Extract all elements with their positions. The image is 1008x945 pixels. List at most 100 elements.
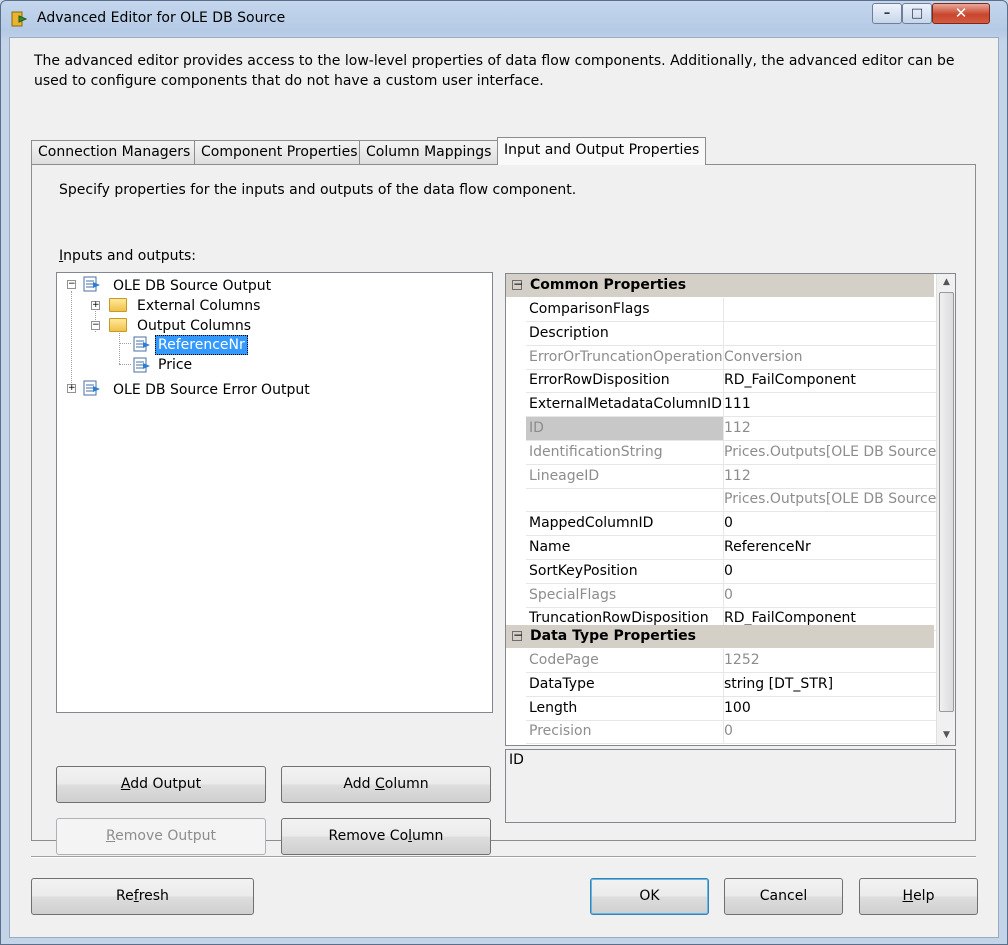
expand-external-columns-icon[interactable]: + <box>91 301 100 310</box>
editor-description: The advanced editor provides access to t… <box>34 53 955 89</box>
collapse-output-columns-icon[interactable]: − <box>91 321 100 330</box>
title-bar: Advanced Editor for OLE DB Source – □ ✕ <box>1 1 1007 37</box>
property-value[interactable]: 111 <box>721 393 937 418</box>
property-value[interactable] <box>721 298 937 322</box>
property-row[interactable]: CodePage 1252 <box>506 649 937 673</box>
property-value[interactable]: 112 <box>721 465 937 489</box>
property-row[interactable]: Description <box>506 321 937 346</box>
minimize-button[interactable]: – <box>872 3 902 24</box>
property-name: LineageID <box>526 464 724 489</box>
property-value[interactable] <box>721 322 937 346</box>
tab-input-output-properties[interactable]: Input and Output Properties <box>497 137 707 165</box>
property-value[interactable]: Prices.Outputs[OLE DB Source <box>721 488 937 513</box>
property-name: SpecialFlags <box>526 583 724 608</box>
collapse-category-icon[interactable]: − <box>512 278 523 290</box>
category-common-properties[interactable]: − Common Properties <box>506 274 934 297</box>
property-value[interactable]: 112 <box>721 417 937 441</box>
collapse-category-icon[interactable]: − <box>512 629 523 641</box>
ok-button[interactable]: OK <box>590 878 709 915</box>
column-icon <box>133 336 150 352</box>
property-row[interactable]: DataType string [DT_STR] <box>506 672 937 697</box>
property-row[interactable]: SpecialFlags 0 <box>506 583 937 608</box>
property-value[interactable]: 0 <box>721 584 937 608</box>
property-name: Name <box>526 536 724 560</box>
property-row[interactable]: ExternalMetadataColumnID 111 <box>506 393 937 418</box>
tree-item-output-columns[interactable]: Output Columns <box>137 317 251 335</box>
property-name: ExternalMetadataColumnID <box>526 393 724 418</box>
maximize-icon: □ <box>910 6 924 21</box>
property-value[interactable]: Prices.Outputs[OLE DB Source <box>721 441 937 465</box>
tab-panel: Specify properties for the inputs and ou… <box>31 164 976 855</box>
property-row[interactable]: Name ReferenceNr <box>506 536 937 560</box>
folder-open-icon <box>109 318 127 332</box>
property-name: SortKeyPosition <box>526 559 724 584</box>
property-name: ErrorRowDisposition <box>526 369 724 394</box>
error-output-icon <box>83 380 100 396</box>
property-row[interactable]: ErrorRowDisposition RD_FailComponent <box>506 369 937 394</box>
property-name: Description <box>526 321 724 346</box>
remove-output-button[interactable]: Remove Output <box>56 818 266 855</box>
add-output-button[interactable]: Add Output <box>56 766 266 803</box>
tree-item-external-columns[interactable]: External Columns <box>137 297 260 315</box>
property-value[interactable]: string [DT_STR] <box>721 673 937 697</box>
column-icon <box>133 357 150 373</box>
property-row[interactable]: SortKeyPosition 0 <box>506 559 937 584</box>
property-value[interactable]: ReferenceNr <box>721 536 937 560</box>
window-title: Advanced Editor for OLE DB Source <box>37 10 286 26</box>
property-row[interactable]: ErrorOrTruncationOperation Conversion <box>506 345 937 370</box>
add-column-button[interactable]: Add Column <box>281 766 491 803</box>
inputs-outputs-tree[interactable]: − OLE DB Source Output + External Column… <box>56 272 493 713</box>
property-row[interactable]: ComparisonFlags <box>506 298 937 322</box>
advanced-editor-window: Advanced Editor for OLE DB Source – □ ✕ … <box>0 0 1008 945</box>
tab-component-properties[interactable]: Component Properties <box>194 140 365 164</box>
tree-item-price[interactable]: Price <box>158 356 192 374</box>
property-help-text: ID <box>509 752 524 768</box>
category-data-type-properties[interactable]: − Data Type Properties <box>506 625 934 648</box>
expand-error-output-icon[interactable]: + <box>67 384 76 393</box>
property-row[interactable]: Precision 0 <box>506 720 937 745</box>
collapse-source-output-icon[interactable]: − <box>67 280 76 289</box>
tree-item-error-output[interactable]: OLE DB Source Error Output <box>113 381 310 399</box>
help-button[interactable]: Help <box>859 878 978 915</box>
property-name: ErrorOrTruncationOperation <box>526 345 724 370</box>
scroll-thumb[interactable] <box>939 292 954 712</box>
property-name: MappedColumnID <box>526 512 724 537</box>
property-name <box>526 488 724 513</box>
tab-connection-managers[interactable]: Connection Managers <box>31 140 198 164</box>
property-value[interactable]: 1252 <box>721 649 937 673</box>
property-name: IdentificationString <box>526 440 724 465</box>
scroll-up-icon[interactable]: ▲ <box>937 274 955 291</box>
close-button[interactable]: ✕ <box>932 3 990 24</box>
property-row[interactable]: MappedColumnID 0 <box>506 512 937 537</box>
property-name: ComparisonFlags <box>526 298 724 322</box>
property-value[interactable]: 0 <box>721 560 937 584</box>
property-grid[interactable]: − Common Properties ComparisonFlags Descr… <box>505 273 956 746</box>
property-value[interactable]: 100 <box>721 697 937 721</box>
inputs-outputs-label: Inputs and outputs: <box>59 248 196 264</box>
minimize-icon: – <box>883 6 891 21</box>
remove-column-button[interactable]: Remove Column <box>281 818 491 855</box>
property-grid-scrollbar[interactable]: ▲ ▼ <box>936 274 955 745</box>
tree-item-reference-nr[interactable]: ReferenceNr <box>155 335 248 355</box>
property-row[interactable]: Prices.Outputs[OLE DB Source <box>506 488 937 513</box>
refresh-button[interactable]: Refresh <box>31 878 254 915</box>
property-name: Length <box>526 696 724 721</box>
tab-column-mappings[interactable]: Column Mappings <box>359 140 499 164</box>
output-icon <box>83 276 100 292</box>
dialog-client: The advanced editor provides access to t… <box>9 37 999 938</box>
property-row[interactable]: IdentificationString Prices.Outputs[OLE D… <box>506 440 937 465</box>
property-row[interactable]: LineageID 112 <box>506 464 937 489</box>
property-value[interactable]: 0 <box>721 720 937 745</box>
property-value[interactable]: 0 <box>721 512 937 537</box>
property-value[interactable]: RD_FailComponent <box>721 369 937 394</box>
folder-icon <box>109 298 127 312</box>
property-row[interactable]: Length 100 <box>506 696 937 721</box>
cancel-button[interactable]: Cancel <box>724 878 843 915</box>
separator <box>31 856 976 858</box>
maximize-button[interactable]: □ <box>902 3 932 24</box>
close-icon: ✕ <box>954 4 968 22</box>
tree-item-source-output[interactable]: OLE DB Source Output <box>113 277 271 295</box>
property-row[interactable]: ID 112 <box>506 417 937 441</box>
scroll-down-icon[interactable]: ▼ <box>937 727 955 744</box>
property-value[interactable]: Conversion <box>721 346 937 370</box>
